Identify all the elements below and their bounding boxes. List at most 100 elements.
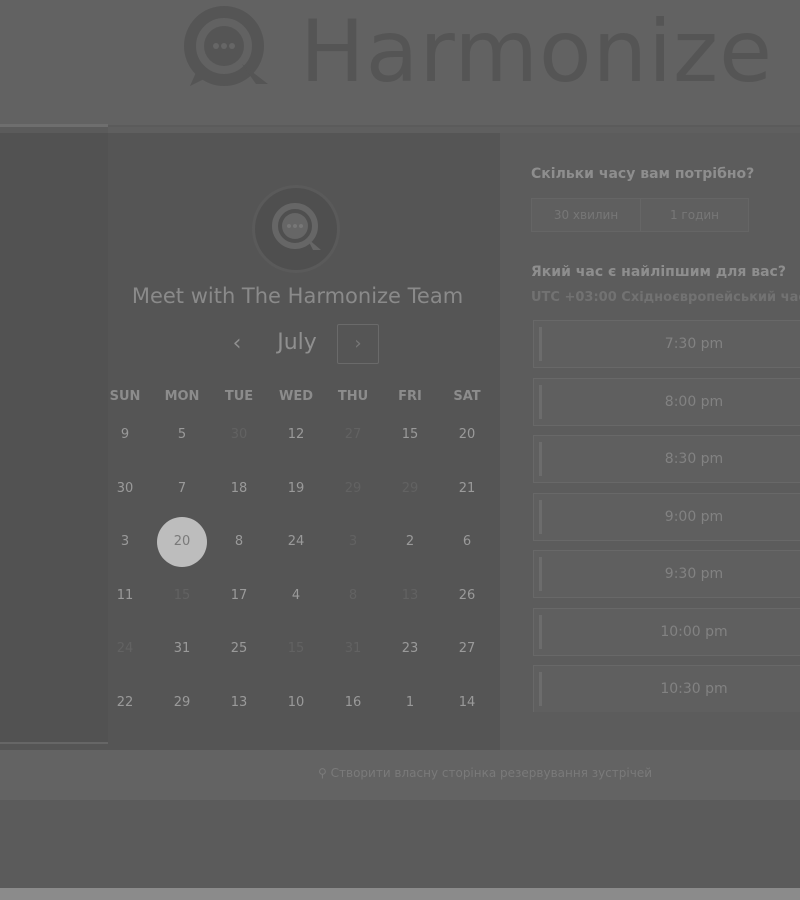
calendar-day: 3 [325,517,381,567]
calendar-day-label: 20 [458,427,476,442]
calendar-day[interactable]: 11 [97,571,153,621]
time-slot-label: 9:30 pm [664,566,724,582]
duration-option-1hour[interactable]: 1 годин [641,199,748,231]
time-slot-list[interactable]: 7:30 pm 8:00 pm 8:30 pm 9:00 pm 9:30 pm 10:00… [533,320,800,712]
calendar-day-label: 4 [291,587,301,603]
brand-logo[interactable] [176,6,276,96]
calendar-day: 13 [382,571,438,621]
calendar-day[interactable]: 10 [268,678,324,728]
duration-option-30min[interactable]: 30 хвилин [532,199,640,231]
slot-accent [539,672,542,706]
calendar-day[interactable]: 18 [211,464,267,514]
create-booking-page-link[interactable]: ⚲ Створити власну сторінка резервування … [318,766,652,780]
time-slot-label: 9:00 pm [664,508,724,525]
avatar [255,188,337,270]
month-navigation: ‹ July › [215,324,385,364]
calendar-day-label: 18 [230,480,248,496]
time-slot[interactable]: 8:30 pm [533,435,800,483]
calendar-day[interactable]: 7 [154,464,210,514]
calendar-day[interactable]: 14 [439,678,495,728]
calendar-day[interactable]: 23 [382,624,438,674]
calendar-day[interactable]: 19 [268,464,324,514]
meeting-title: Meet with The Harmonize Team [131,284,464,308]
slot-accent [539,499,542,534]
calendar-day: 31 [325,624,381,674]
calendar-day[interactable]: 27 [439,624,495,674]
calendar-day[interactable]: 9 [97,410,153,460]
calendar-day-label: 24 [116,641,134,656]
calendar-day-label: 3 [348,534,358,549]
calendar-day[interactable]: 22 [97,678,153,728]
calendar-day[interactable]: 6 [439,517,495,567]
slot-accent [539,614,542,649]
calendar-day: 24 [97,624,153,674]
calendar-day[interactable]: 16 [325,678,381,728]
time-slot-label: 7:30 pm [664,336,724,352]
calendar-day: 29 [382,464,438,514]
calendar-panel-edge [0,133,108,743]
time-slot[interactable]: 10:00 pm [533,607,800,656]
time-question: Який час є найліпшим для вас? [531,264,786,280]
duration-question: Скільки часу вам потрібно? [531,166,755,182]
time-slot[interactable]: 8:00 pm [533,377,800,426]
time-slot-label: 8:30 pm [664,451,724,467]
calendar-day-label: 30 [230,427,248,442]
calendar-day-label: 29 [401,480,419,496]
calendar-day[interactable]: 31 [154,624,210,674]
time-slot-label: 10:00 pm [660,623,728,640]
prev-month-button[interactable]: ‹ [225,330,249,358]
bottom-bar [0,888,800,900]
calendar-day-label: 9 [120,427,130,442]
time-slot[interactable]: 10:30 pm [533,665,800,712]
calendar-day[interactable]: 26 [439,571,495,621]
calendar-day-selected[interactable]: 20 [154,517,210,567]
calendar-day[interactable]: 17 [211,571,267,621]
calendar-day[interactable]: 3 [97,517,153,567]
timezone-label[interactable]: UTC +03:00 Східноєвропейський час [531,290,800,305]
calendar-day[interactable]: 8 [211,517,267,567]
time-slot-label: 10:30 pm [660,681,728,697]
slot-accent [539,327,542,361]
weekday-label: FRI [398,389,422,404]
calendar-day-label: 19 [287,480,305,496]
calendar-day[interactable]: 2 [382,517,438,567]
calendar-day: 15 [268,624,324,674]
time-slot[interactable]: 9:00 pm [533,492,800,541]
calendar-day-label: 31 [344,641,362,656]
calendar-day-label: 3 [120,534,130,549]
calendar-day-label: 24 [287,534,305,549]
calendar-day-label: 27 [344,427,362,442]
calendar-day-label: 13 [401,587,419,603]
month-label: July [277,330,317,355]
calendar-day[interactable]: 1 [382,678,438,728]
calendar-day-label: 29 [344,480,362,496]
calendar-day-label: 15 [173,587,191,603]
calendar-day[interactable]: 21 [439,464,495,514]
slot-accent [539,442,542,476]
calendar-day: 30 [211,410,267,460]
calendar-day[interactable]: 5 [154,410,210,460]
time-slot[interactable]: 9:30 pm [533,550,800,598]
calendar-day[interactable]: 12 [268,410,324,460]
weekday-label: TUE [224,389,254,404]
calendar-grid: 9 5 30 12 27 15 20 30 7 18 19 29 29 21 3 20 8 24 3 2 6 11 15 17… [97,410,497,730]
calendar-day[interactable]: 20 [439,410,495,460]
time-slot[interactable]: 7:30 pm [533,320,800,368]
calendar-day-label: 21 [458,480,476,496]
calendar-day-label: 22 [116,694,134,710]
brand-name: Harmonize [300,2,774,102]
calendar-day[interactable]: 4 [268,571,324,621]
calendar-day[interactable]: 13 [211,678,267,728]
weekday-label: MON [164,389,200,404]
calendar-day[interactable]: 29 [154,678,210,728]
calendar-day-label: 15 [401,427,419,442]
calendar-day[interactable]: 25 [211,624,267,674]
search-icon: ⚲ [318,766,327,780]
calendar-day[interactable]: 30 [97,464,153,514]
slot-accent [539,557,542,591]
calendar-day-label: 2 [405,534,415,549]
calendar-day[interactable]: 24 [268,517,324,567]
calendar-day-label: 10 [287,694,305,710]
next-month-button[interactable]: › [337,324,379,364]
calendar-day[interactable]: 15 [382,410,438,460]
